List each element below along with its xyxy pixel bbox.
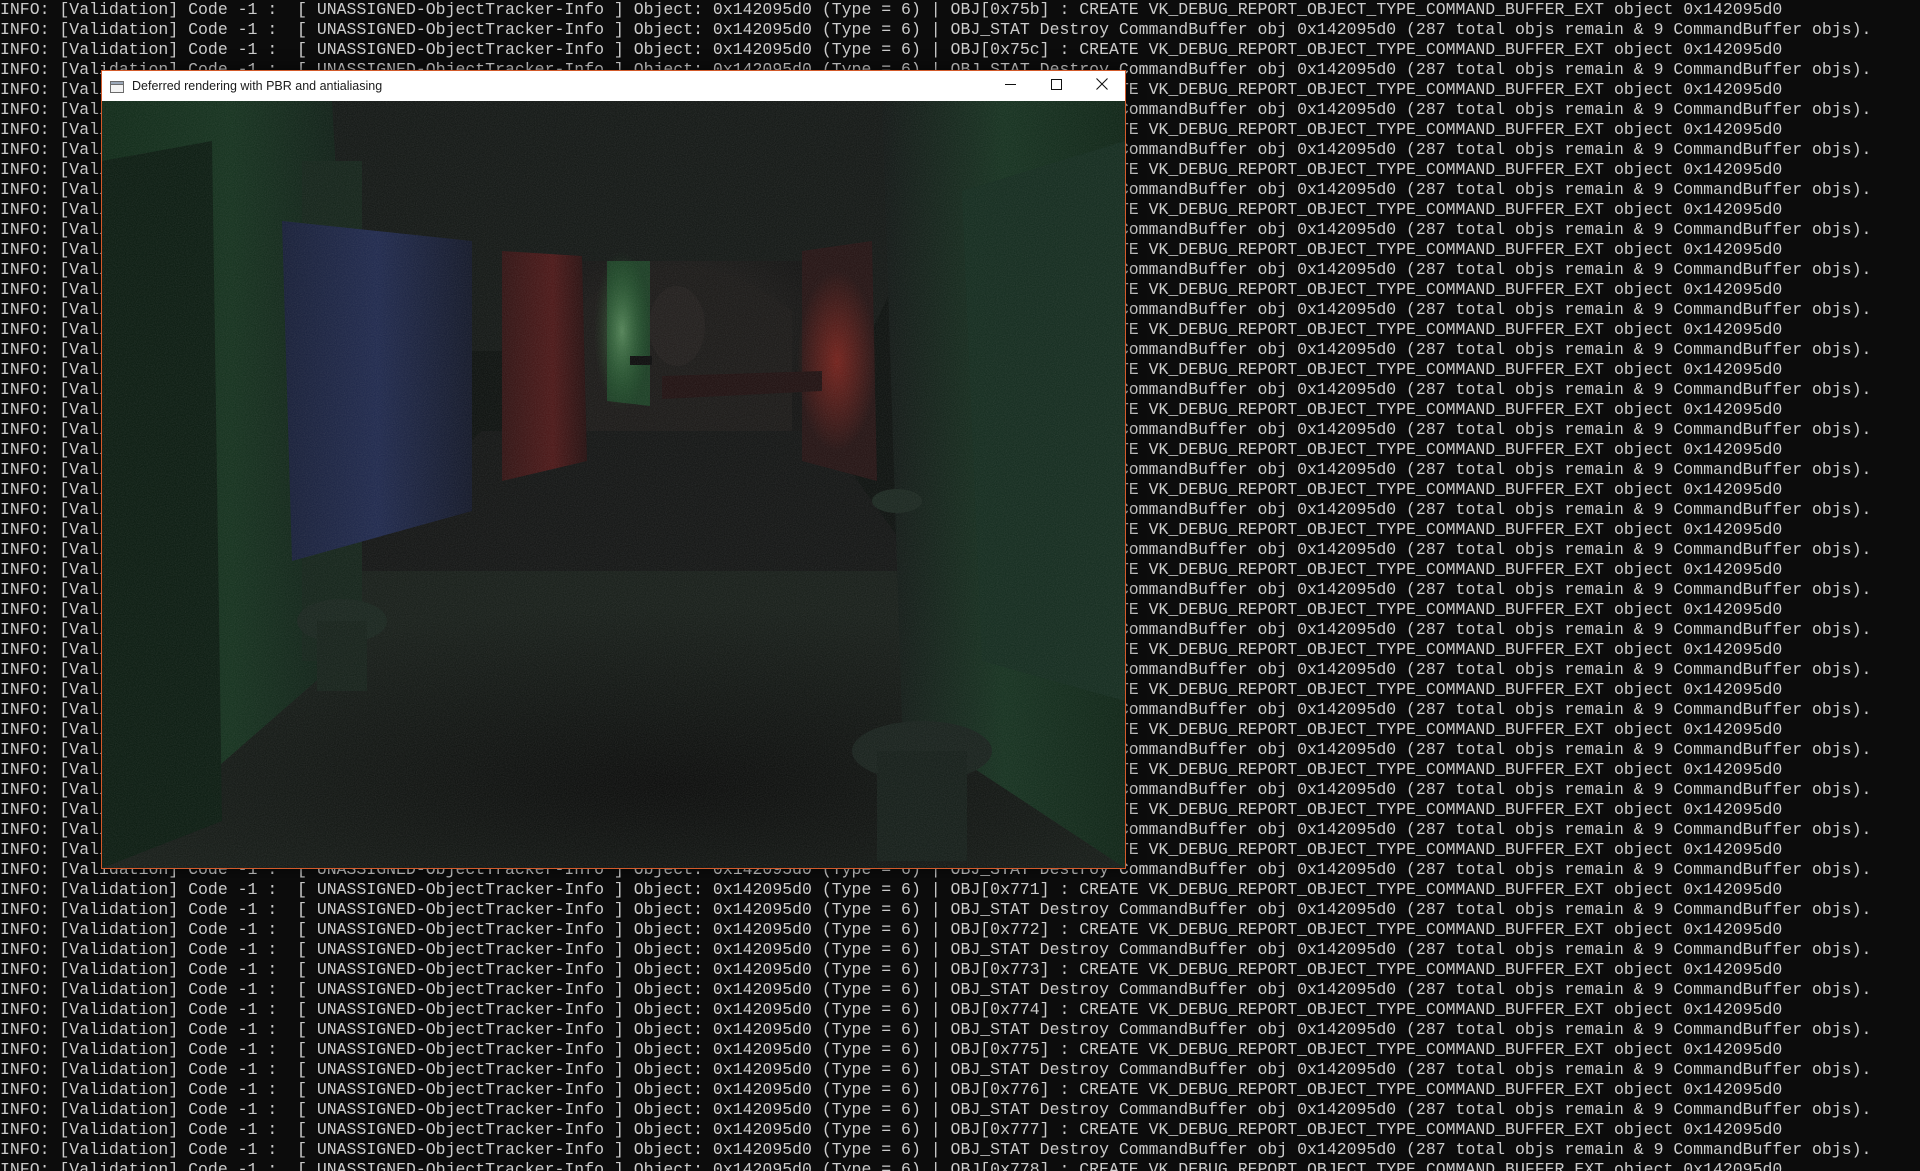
- minimize-button[interactable]: [987, 71, 1033, 101]
- close-icon: [1096, 77, 1108, 95]
- minimize-icon: [1004, 77, 1016, 95]
- title-bar[interactable]: Deferred rendering with PBR and antialia…: [102, 71, 1125, 101]
- console-line: INFO: [Validation] Code -1 : [ UNASSIGNE…: [0, 1100, 1872, 1119]
- console-line: INFO: [Validation] Code -1 : [ UNASSIGNE…: [0, 920, 1783, 939]
- console-line: INFO: [Validation] Code -1 : [ UNASSIGNE…: [0, 980, 1872, 999]
- maximize-button[interactable]: [1033, 71, 1079, 101]
- app-window[interactable]: Deferred rendering with PBR and antialia…: [101, 70, 1126, 869]
- maximize-icon: [1050, 77, 1062, 95]
- console-line: INFO: [Validation] Code -1 : [ UNASSIGNE…: [0, 1080, 1783, 1099]
- console-line: INFO: [Validation] Code -1 : [ UNASSIGNE…: [0, 40, 1783, 59]
- console-line: INFO: [Validation] Code -1 : [ UNASSIGNE…: [0, 1000, 1783, 1019]
- console-line: INFO: [Validation] Code -1 : [ UNASSIGNE…: [0, 1160, 1783, 1171]
- console-line: INFO: [Validation] Code -1 : [ UNASSIGNE…: [0, 1140, 1872, 1159]
- console-line: INFO: [Validation] Code -1 : [ UNASSIGNE…: [0, 1020, 1872, 1039]
- console-line: INFO: [Validation] Code -1 : [ UNASSIGNE…: [0, 1060, 1872, 1079]
- console-line: INFO: [Validation] Code -1 : [ UNASSIGNE…: [0, 1040, 1783, 1059]
- console-line: INFO: [Validation] Code -1 : [ UNASSIGNE…: [0, 960, 1783, 979]
- console-line: INFO: [Validation] Code -1 : [ UNASSIGNE…: [0, 900, 1872, 919]
- render-viewport[interactable]: [102, 101, 1125, 868]
- close-button[interactable]: [1079, 71, 1125, 101]
- app-window-icon: [110, 80, 124, 93]
- rendered-3d-scene: [102, 101, 1125, 868]
- console-line: INFO: [Validation] Code -1 : [ UNASSIGNE…: [0, 940, 1872, 959]
- console-line: INFO: [Validation] Code -1 : [ UNASSIGNE…: [0, 880, 1783, 899]
- console-line: INFO: [Validation] Code -1 : [ UNASSIGNE…: [0, 1120, 1783, 1139]
- console-line: INFO: [Validation] Code -1 : [ UNASSIGNE…: [0, 0, 1783, 19]
- console-line: INFO: [Validation] Code -1 : [ UNASSIGNE…: [0, 20, 1872, 39]
- window-title: Deferred rendering with PBR and antialia…: [132, 79, 383, 93]
